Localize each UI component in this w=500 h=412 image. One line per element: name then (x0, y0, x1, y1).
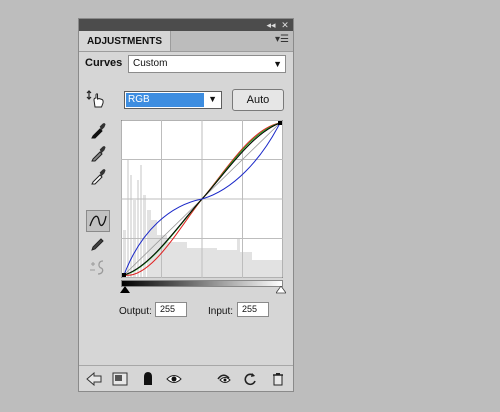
black-slider-handle[interactable] (120, 286, 130, 294)
curves-graph[interactable] (121, 120, 283, 278)
preset-dropdown[interactable]: Custom ▼ (128, 55, 286, 73)
chevron-down-icon: ▼ (273, 59, 282, 69)
panel-menu-icon[interactable]: ▾☰ (275, 34, 289, 45)
bottom-toolbar (79, 365, 293, 392)
on-image-adjust-icon[interactable] (84, 88, 108, 110)
channel-value: RGB (126, 93, 204, 107)
tab-bar: ADJUSTMENTS ▾☰ (79, 31, 293, 52)
tab-adjustments[interactable]: ADJUSTMENTS (79, 31, 172, 51)
curve-points-icon[interactable] (86, 210, 110, 232)
gray-point-eyedropper-icon[interactable] (86, 142, 110, 164)
clip-layer-icon[interactable] (139, 371, 157, 387)
collapse-icon[interactable]: ◂◂ (265, 19, 277, 31)
close-icon[interactable]: ✕ (279, 19, 291, 31)
input-field[interactable]: 255 (237, 302, 269, 317)
auto-button[interactable]: Auto (232, 89, 284, 111)
white-point-handle[interactable] (278, 121, 282, 125)
trash-icon[interactable] (269, 371, 287, 387)
preset-value: Custom (133, 58, 168, 69)
output-label: Output: (119, 306, 152, 317)
white-point-eyedropper-icon[interactable] (86, 165, 110, 187)
curves-label: Curves (85, 57, 123, 69)
pencil-draw-icon[interactable] (86, 233, 110, 255)
white-slider-handle[interactable] (276, 286, 286, 294)
input-label: Input: (208, 306, 234, 317)
expand-view-icon[interactable] (111, 371, 129, 387)
chevron-down-icon: ▼ (208, 94, 217, 104)
output-gradient-bar (121, 280, 283, 287)
black-point-eyedropper-icon[interactable] (86, 119, 110, 141)
black-point-handle[interactable] (122, 273, 126, 277)
panel-titlebar: ◂◂ ✕ (79, 19, 293, 31)
visibility-eye-icon[interactable] (165, 371, 183, 387)
back-arrow-icon[interactable] (85, 371, 103, 387)
previous-state-icon[interactable] (215, 371, 233, 387)
channel-dropdown[interactable]: RGB ▼ (124, 91, 222, 109)
smooth-curve-icon[interactable] (86, 256, 110, 278)
output-field[interactable]: 255 (155, 302, 187, 317)
adjustments-panel: ◂◂ ✕ ADJUSTMENTS ▾☰ Curves Custom ▼ RGB … (78, 18, 294, 392)
reset-icon[interactable] (241, 371, 259, 387)
